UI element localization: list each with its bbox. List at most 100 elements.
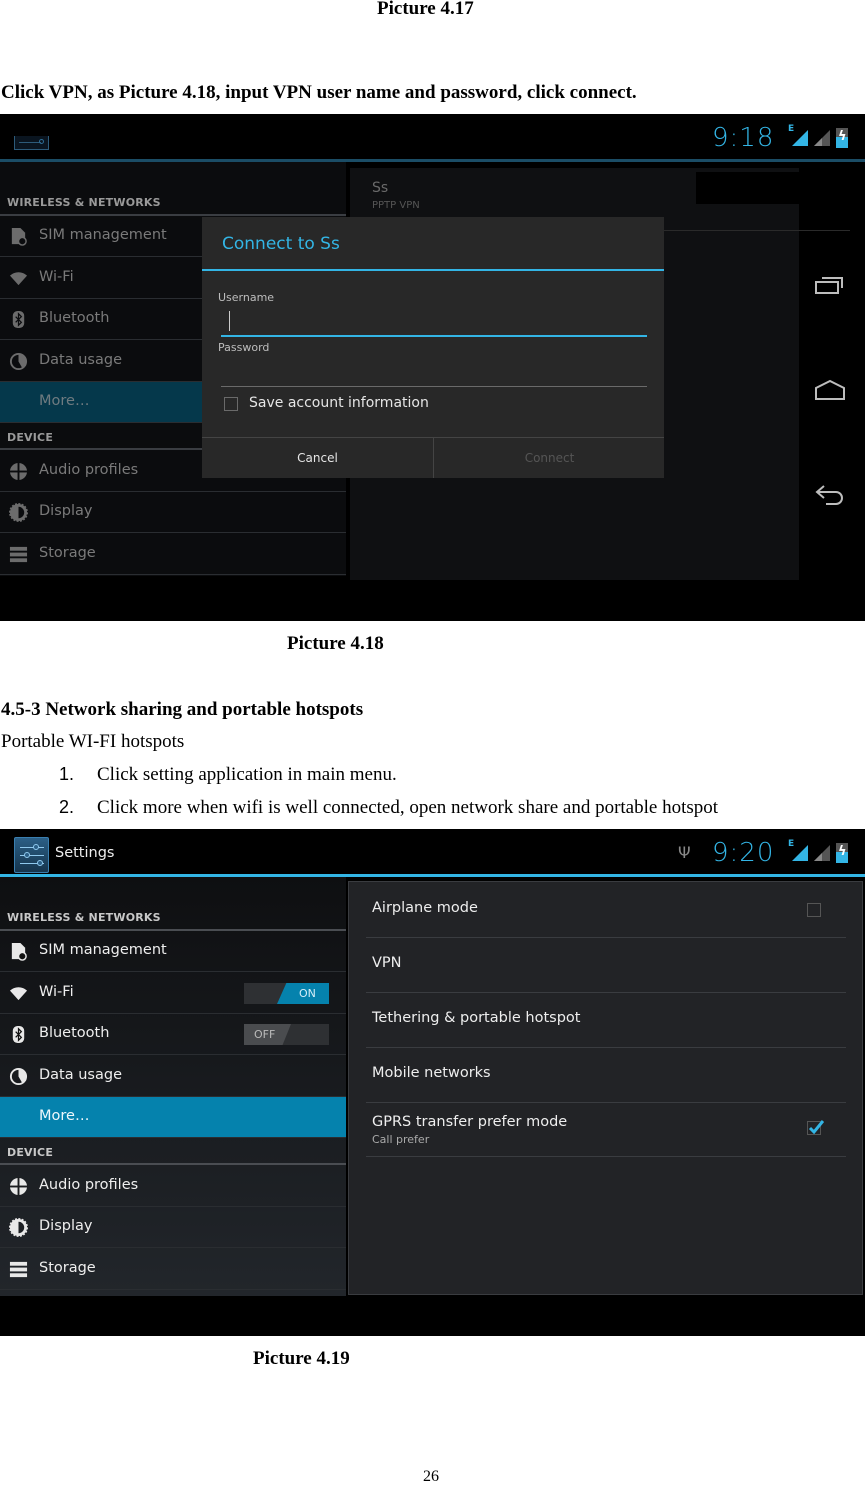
caption-picture-4-17: Picture 4.17 xyxy=(377,0,474,19)
battery-charging-icon: ϟ xyxy=(836,843,848,863)
bluetooth-toggle[interactable]: OFF xyxy=(244,1024,329,1045)
section-header-wireless: WIRELESS & NETWORKS xyxy=(7,196,161,209)
sim-icon xyxy=(11,942,27,961)
wifi-toggle[interactable]: ON xyxy=(244,983,329,1004)
setting-label: Airplane mode xyxy=(372,900,478,916)
dialog-title: Connect to Ss xyxy=(222,234,340,254)
sidebar-item-label: Storage xyxy=(39,545,96,561)
setting-vpn[interactable]: VPN xyxy=(366,938,846,993)
step-number: 1. xyxy=(59,764,75,784)
sidebar-item-wifi[interactable]: Wi-Fi ON xyxy=(0,973,346,1014)
gprs-prefer-checkbox[interactable] xyxy=(807,1120,824,1135)
clock: 9:18 xyxy=(712,123,775,153)
settings-sidebar: WIRELESS & NETWORKS SIM management Wi-Fi… xyxy=(0,877,346,1296)
sidebar-item-label: SIM management xyxy=(39,227,167,243)
navigation-bar xyxy=(806,234,865,621)
airplane-mode-checkbox[interactable] xyxy=(807,903,821,917)
data-usage-icon xyxy=(9,1067,28,1086)
sidebar-item-more[interactable]: More… xyxy=(0,1097,346,1138)
app-title: Settings xyxy=(55,845,115,861)
section-header-device: DEVICE xyxy=(7,1146,54,1159)
sidebar-item-audio-profiles[interactable]: Audio profiles xyxy=(0,1166,346,1207)
sidebar-item-label: Audio profiles xyxy=(39,1177,139,1193)
sidebar-item-label: Data usage xyxy=(39,352,122,368)
vpn-entry-name: Ss xyxy=(372,180,389,196)
setting-gprs-prefer-mode[interactable]: GPRS transfer prefer mode Call prefer xyxy=(366,1102,846,1157)
settings-app-icon xyxy=(14,136,49,150)
section-heading: 4.5-3 Network sharing and portable hotsp… xyxy=(1,699,364,720)
sidebar-item-label: Data usage xyxy=(39,1067,122,1083)
save-account-checkbox[interactable] xyxy=(224,397,238,411)
sidebar-item-storage[interactable]: Storage xyxy=(0,534,346,575)
signal-strength-icon xyxy=(792,845,808,861)
sidebar-item-label: More… xyxy=(39,1108,90,1124)
connect-vpn-dialog: Connect to Ss Username Password Save acc… xyxy=(202,217,664,478)
save-account-label: Save account information xyxy=(249,395,429,411)
setting-summary: Call prefer xyxy=(372,1133,430,1146)
sidebar-item-sim-management[interactable]: SIM management xyxy=(0,931,346,972)
username-label: Username xyxy=(218,291,275,304)
setting-label: Tethering & portable hotspot xyxy=(372,1010,581,1026)
setting-label: Mobile networks xyxy=(372,1065,491,1081)
text-cursor xyxy=(229,311,230,331)
sidebar-item-label: Display xyxy=(39,1218,93,1234)
sidebar-item-bluetooth[interactable]: Bluetooth OFF xyxy=(0,1014,346,1055)
sidebar-item-label: Storage xyxy=(39,1260,96,1276)
sidebar-item-storage[interactable]: Storage xyxy=(0,1249,346,1290)
wifi-icon xyxy=(9,272,28,286)
settings-app-icon xyxy=(14,837,49,873)
username-input[interactable] xyxy=(221,307,647,337)
sidebar-item-label: Wi-Fi xyxy=(39,269,74,285)
audio-profiles-icon xyxy=(9,1177,28,1196)
connect-button[interactable]: Connect xyxy=(434,438,665,478)
caption-picture-4-18: Picture 4.18 xyxy=(287,633,384,654)
toggle-state: ON xyxy=(299,987,316,1000)
sidebar-item-display[interactable]: Display xyxy=(0,492,346,533)
setting-tethering-hotspot[interactable]: Tethering & portable hotspot xyxy=(366,993,846,1048)
status-bar: Settings Ψ 9:20 E ϟ xyxy=(0,829,865,877)
screenshot-vpn-dialog: 9:18 E ϟ WIRELESS & NETWORKS SIM managem… xyxy=(0,114,865,621)
signal-strength-icon-2 xyxy=(814,845,830,861)
battery-charging-icon: ϟ xyxy=(836,128,848,148)
password-label: Password xyxy=(218,341,270,354)
setting-label: GPRS transfer prefer mode xyxy=(372,1114,568,1130)
clock: 9:20 xyxy=(712,838,775,868)
sidebar-item-display[interactable]: Display xyxy=(0,1207,346,1248)
sidebar-item-label: Bluetooth xyxy=(39,310,110,326)
display-icon xyxy=(9,1218,28,1237)
sidebar-item-label: Bluetooth xyxy=(39,1025,110,1041)
sidebar-item-label: More… xyxy=(39,393,90,409)
home-icon[interactable] xyxy=(814,379,846,401)
dialog-title-divider xyxy=(202,269,664,271)
bluetooth-icon xyxy=(12,310,25,329)
dialog-button-bar: Cancel Connect xyxy=(202,437,664,478)
recent-apps-icon[interactable] xyxy=(814,274,846,296)
back-icon[interactable] xyxy=(814,484,846,508)
storage-icon xyxy=(9,546,28,563)
section-header-device: DEVICE xyxy=(7,431,54,444)
sidebar-item-label: Audio profiles xyxy=(39,462,139,478)
wifi-icon xyxy=(9,987,28,1001)
cancel-button[interactable]: Cancel xyxy=(202,438,433,478)
status-bar: 9:18 E ϟ xyxy=(0,114,865,162)
storage-icon xyxy=(9,1261,28,1278)
signal-strength-icon xyxy=(792,130,808,146)
checkmark-icon xyxy=(808,1120,824,1134)
vpn-entry[interactable]: Ss PPTP VPN xyxy=(350,168,696,216)
step-number: 2. xyxy=(59,797,75,817)
password-input[interactable] xyxy=(221,357,647,387)
sidebar-item-label: SIM management xyxy=(39,942,167,958)
section-divider xyxy=(0,1163,346,1165)
display-icon xyxy=(9,503,28,522)
sim-icon xyxy=(11,227,27,246)
setting-mobile-networks[interactable]: Mobile networks xyxy=(366,1048,846,1103)
sidebar-item-data-usage[interactable]: Data usage xyxy=(0,1056,346,1097)
usb-icon: Ψ xyxy=(678,843,691,862)
screenshot-settings-more: Settings Ψ 9:20 E ϟ WIRELESS & NETWORKS … xyxy=(0,829,865,1336)
data-usage-icon xyxy=(9,352,28,371)
page-number: 26 xyxy=(423,1468,439,1485)
bluetooth-icon xyxy=(12,1025,25,1044)
setting-airplane-mode[interactable]: Airplane mode xyxy=(366,883,846,938)
subheading-portable-wifi: Portable WI-FI hotspots xyxy=(1,731,185,752)
step-text: Click setting application in main menu. xyxy=(97,764,397,785)
